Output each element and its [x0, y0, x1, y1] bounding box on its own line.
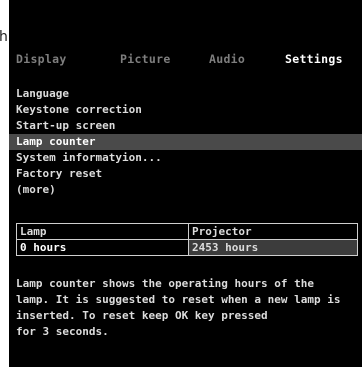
menu-item-more[interactable]: (more) [9, 182, 362, 198]
menu-item-system-information[interactable]: System informatyion... [9, 150, 362, 166]
table-value-row: 0 hours 2453 hours [17, 239, 357, 255]
lamp-hours-table: Lamp Projector 0 hours 2453 hours [16, 223, 358, 256]
help-description: Lamp counter shows the operating hours o… [16, 276, 358, 340]
menu-item-language[interactable]: Language [9, 86, 362, 102]
settings-menu: Language Keystone correction Start-up sc… [9, 86, 362, 198]
lamp-header: Lamp [17, 224, 189, 239]
window-edge-text: h [0, 29, 8, 45]
description-line: lamp. It is suggested to reset when a ne… [16, 293, 341, 306]
projector-header: Projector [192, 225, 252, 238]
projector-osd-menu: Display Picture Audio Settings Language … [9, 0, 362, 367]
description-line: for 3 seconds. [16, 325, 109, 338]
tab-settings[interactable]: Settings [285, 52, 343, 66]
menu-item-keystone-correction[interactable]: Keystone correction [9, 102, 362, 118]
projector-hours-value: 2453 hours [192, 241, 259, 254]
tab-picture[interactable]: Picture [120, 52, 171, 66]
table-header-row: Lamp Projector [17, 224, 357, 239]
menu-item-start-up-screen[interactable]: Start-up screen [9, 118, 362, 134]
tab-display[interactable]: Display [16, 52, 67, 66]
tab-audio[interactable]: Audio [209, 52, 245, 66]
description-line: inserted. To reset keep OK key pressed [16, 309, 268, 322]
description-line: Lamp counter shows the operating hours o… [16, 277, 315, 290]
menu-item-factory-reset[interactable]: Factory reset [9, 166, 362, 182]
lamp-hours-value: 0 hours [17, 240, 189, 255]
menu-tabs: Display Picture Audio Settings [9, 49, 362, 69]
menu-item-lamp-counter[interactable]: Lamp counter [9, 134, 362, 150]
